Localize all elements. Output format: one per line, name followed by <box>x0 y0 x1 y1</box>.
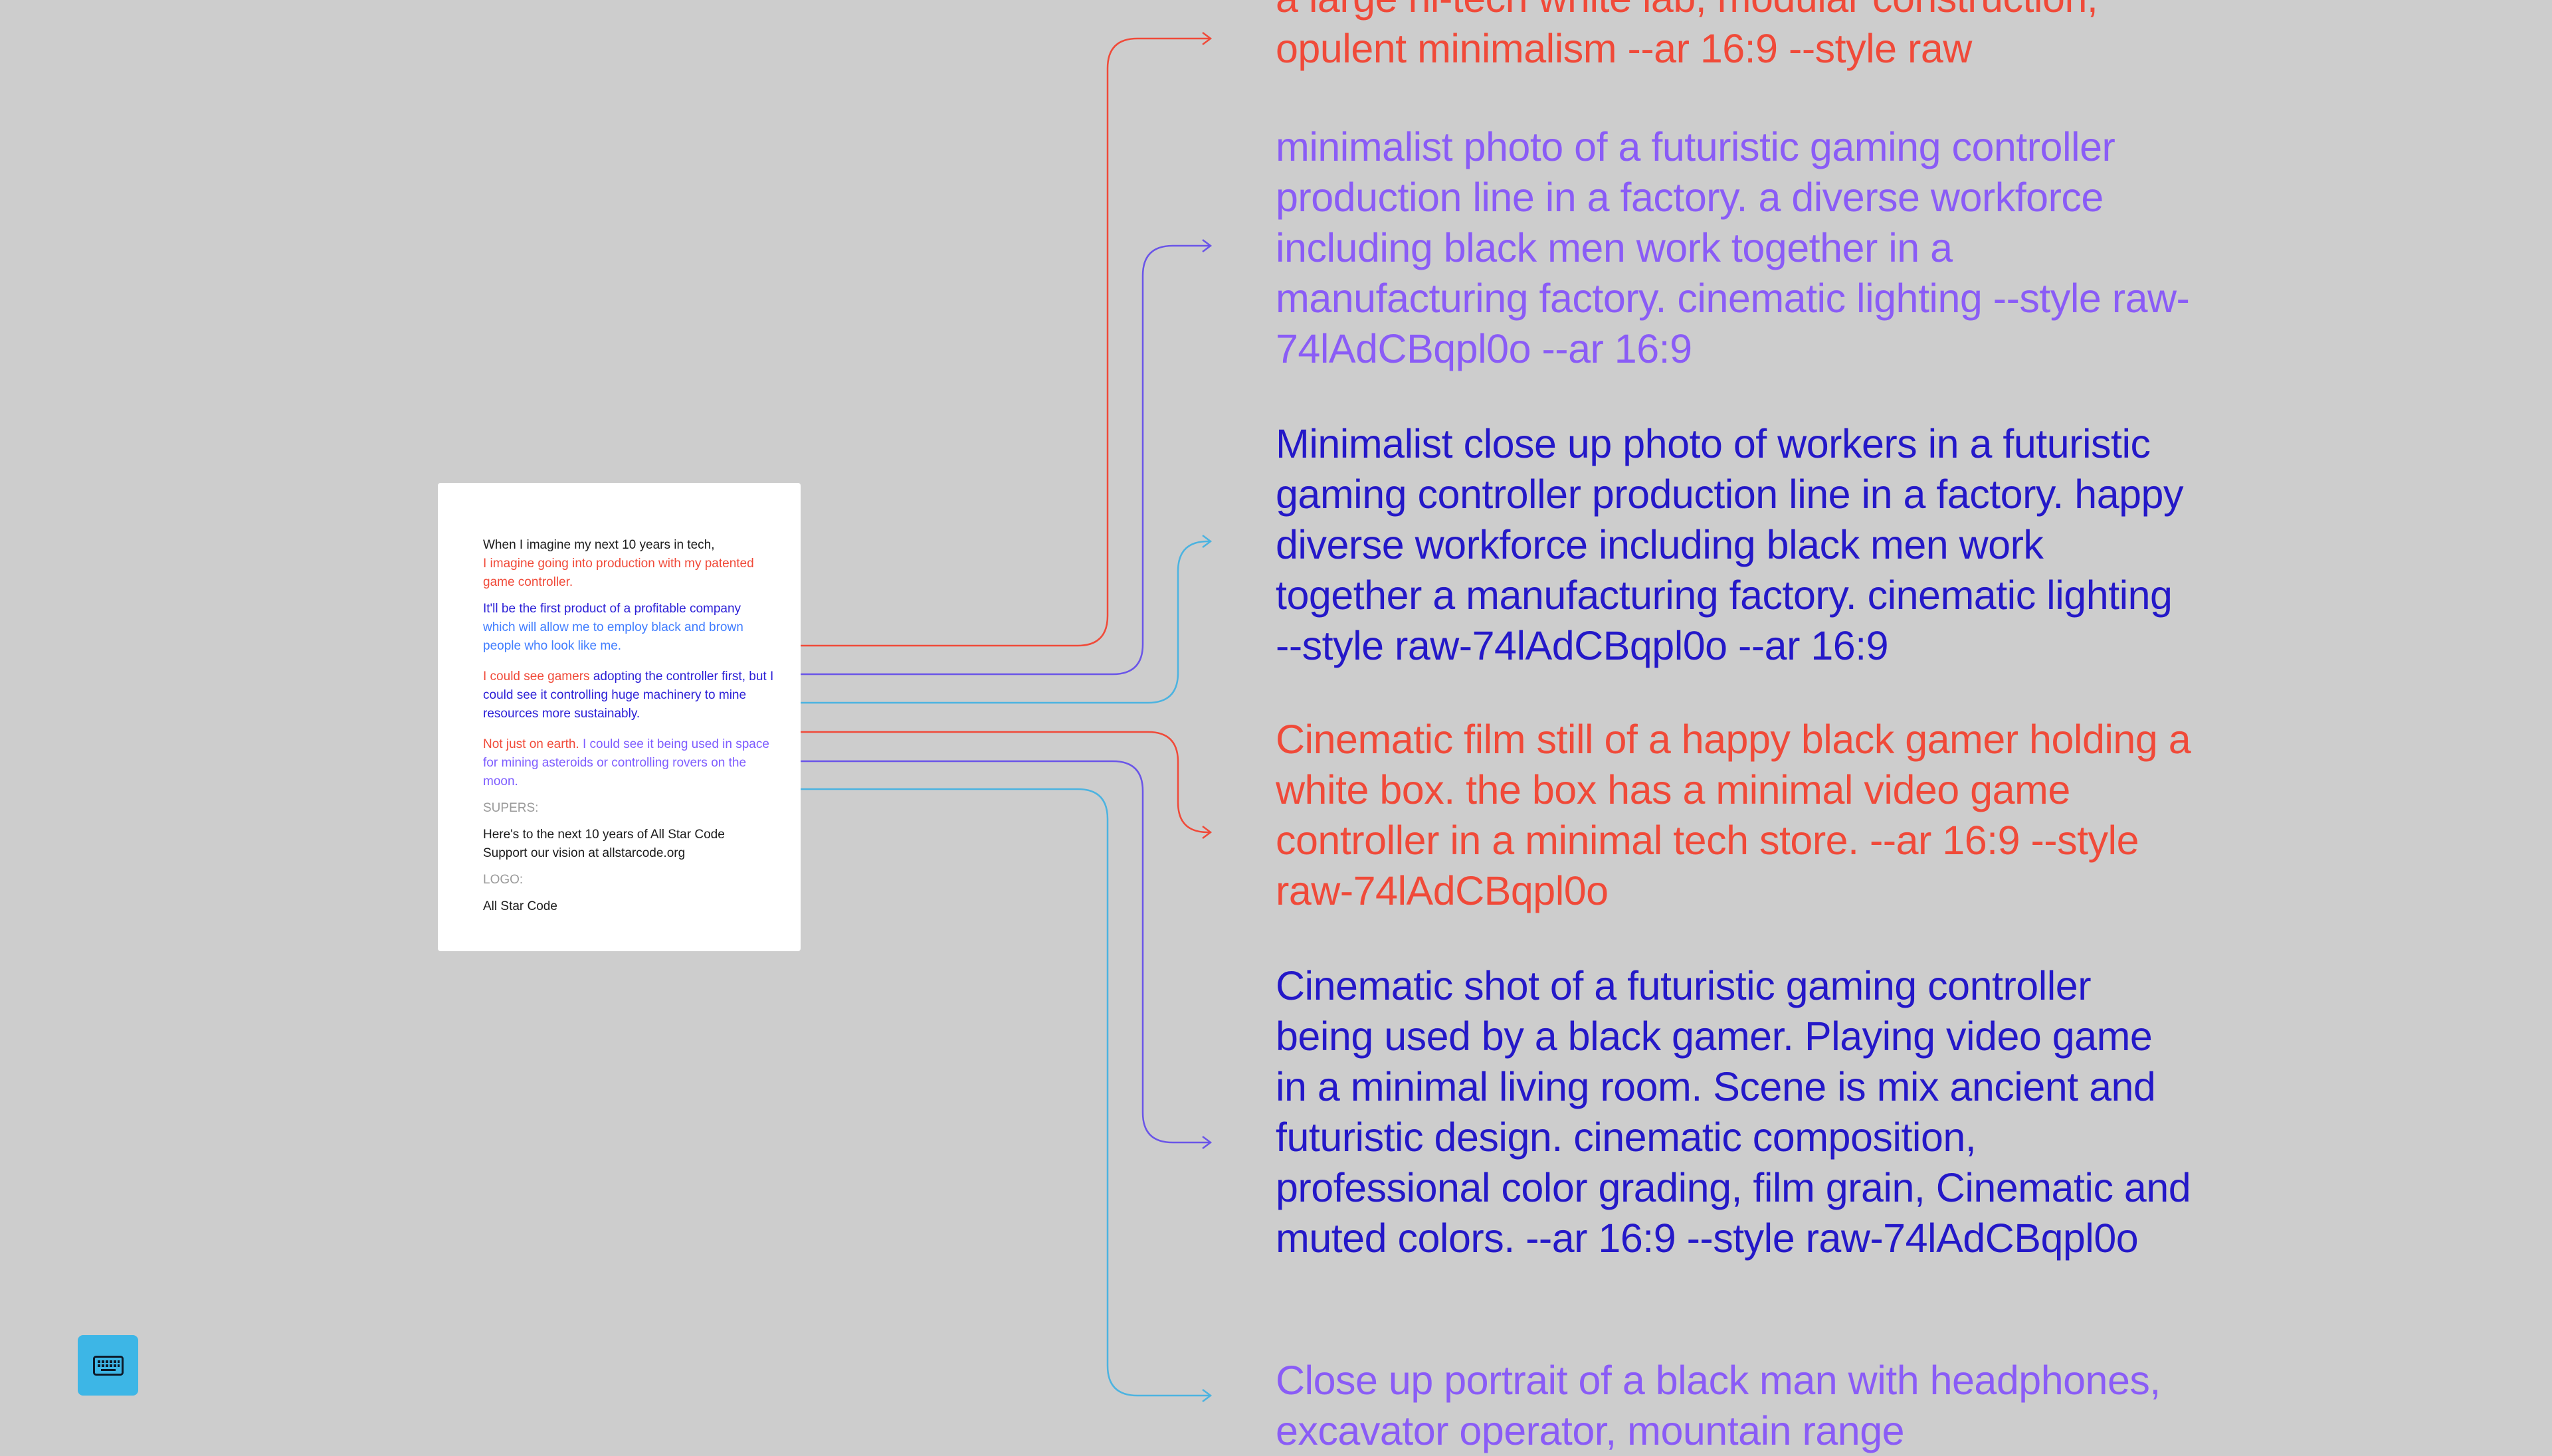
script-paragraph-3: I could see gamers adopting the controll… <box>483 668 774 723</box>
prompt-text-2: minimalist photo of a futuristic gaming … <box>1276 124 2190 371</box>
script-intro-line2: I imagine going into production with my … <box>483 557 754 589</box>
connector-line-1 <box>801 37 1211 647</box>
keyboard-shortcuts-button[interactable] <box>78 1335 138 1396</box>
logo-label: LOGO: <box>483 873 524 887</box>
supers-label: SUPERS: <box>483 801 539 815</box>
supers-line-1: Here's to the next 10 years of All Star … <box>483 828 725 842</box>
connector-line-4 <box>801 731 1211 834</box>
logo-text: All Star Code <box>483 899 557 913</box>
connector-line-2 <box>801 244 1211 676</box>
prompt-text-6: Close up portrait of a black man with he… <box>1276 1358 2161 1453</box>
prompt-text-4: Cinematic film still of a happy black ga… <box>1276 717 2191 913</box>
keyboard-icon <box>92 1355 124 1376</box>
supers-block: Here's to the next 10 years of All Star … <box>483 826 774 863</box>
prompt-text-3: Minimalist close up photo of workers in … <box>1276 421 2184 668</box>
script-line-3: It'll be the first product of a profitab… <box>483 602 741 616</box>
connector-line-3 <box>801 540 1211 704</box>
connector-line-6 <box>801 788 1211 1397</box>
script-line-5a: I could see gamers <box>483 670 593 683</box>
supers-line-2: Support our vision at allstarcode.org <box>483 846 686 860</box>
script-paragraph-1: When I imagine my next 10 years in tech,… <box>483 536 774 592</box>
script-card: When I imagine my next 10 years in tech,… <box>438 483 801 951</box>
connector-line-5 <box>801 760 1211 1144</box>
prompt-text-1: a large hi-tech white lab, modular const… <box>1276 0 2098 71</box>
script-paragraph-4: Not just on earth. I could see it being … <box>483 735 774 791</box>
script-paragraph-2: It'll be the first product of a profitab… <box>483 600 774 656</box>
prompt-text-5: Cinematic shot of a futuristic gaming co… <box>1276 963 2191 1261</box>
script-line-6a: Not just on earth. <box>483 737 583 751</box>
script-intro: When I imagine my next 10 years in tech, <box>483 538 715 552</box>
script-line-4: which will allow me to employ black and … <box>483 620 743 653</box>
